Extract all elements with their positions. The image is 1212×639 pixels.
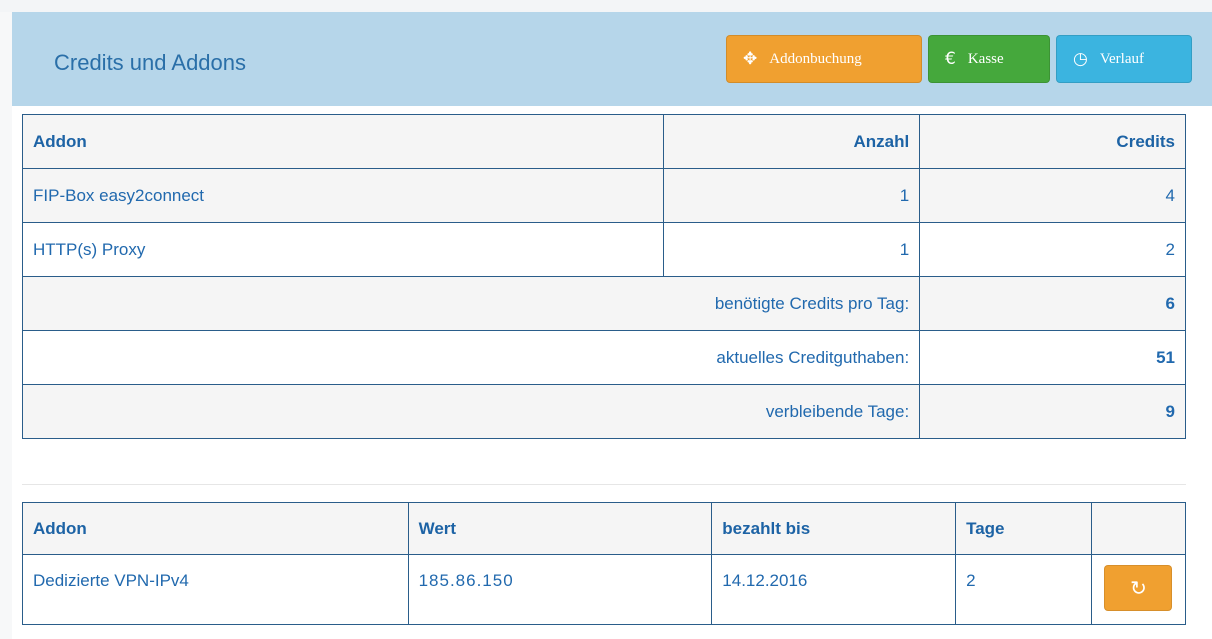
column-header-addon: Addon <box>21 114 665 169</box>
top-strip <box>0 0 1212 12</box>
table-header-row: Addon Wert bezahlt bis Tage <box>22 502 1187 555</box>
clock-icon: ◷ <box>1073 49 1088 69</box>
verlauf-button[interactable]: ◷ Verlauf <box>1056 35 1192 83</box>
column-header-wert: Wert <box>407 502 713 555</box>
divider <box>22 484 1186 485</box>
column-header-tage: Tage <box>955 502 1092 555</box>
page-title: Credits und Addons <box>54 50 247 75</box>
kasse-button[interactable]: € Kasse <box>928 35 1050 83</box>
table-header-row: Addon Anzahl Credits <box>21 114 1186 169</box>
addon-credits: 4 <box>919 168 1186 223</box>
addon-value: 185.86.150 <box>407 554 713 625</box>
summary-value: 6 <box>919 276 1186 331</box>
table-row: HTTP(s) Proxy 1 2 <box>21 222 1186 277</box>
addon-table: Addon Wert bezahlt bis Tage Dedizierte V… <box>22 502 1187 625</box>
column-header-credits: Credits <box>919 114 1186 169</box>
move-icon: ✥ <box>743 49 758 69</box>
addon-name: FIP-Box easy2connect <box>21 168 665 223</box>
kasse-label: Kasse <box>967 50 1004 67</box>
left-strip <box>0 12 12 639</box>
addon-name: Dedizierte VPN-IPv4 <box>22 554 409 625</box>
credits-table: Addon Anzahl Credits FIP-Box easy2connec… <box>21 114 1186 439</box>
table-row: Dedizierte VPN-IPv4 185.86.150 14.12.201… <box>22 554 1187 625</box>
addonbuchung-button[interactable]: ✥ Addonbuchung <box>726 35 922 83</box>
summary-row: benötigte Credits pro Tag: 6 <box>21 276 1186 331</box>
table-row: FIP-Box easy2connect 1 4 <box>21 168 1186 223</box>
refresh-icon: ↻ <box>1130 576 1147 600</box>
addon-name: HTTP(s) Proxy <box>21 222 665 277</box>
summary-value: 51 <box>919 330 1186 385</box>
column-header-action <box>1090 502 1187 555</box>
action-cell: ↻ <box>1090 554 1187 625</box>
summary-label: aktuelles Creditguthaben: <box>21 330 921 385</box>
summary-row: verbleibende Tage: 9 <box>21 384 1186 439</box>
euro-icon: € <box>945 49 956 69</box>
summary-label: benötigte Credits pro Tag: <box>21 276 921 331</box>
column-header-anzahl: Anzahl <box>663 114 921 169</box>
column-header-bezahlt-bis: bezahlt bis <box>711 502 957 555</box>
summary-label: verbleibende Tage: <box>21 384 921 439</box>
column-header-addon: Addon <box>22 502 409 555</box>
verlauf-label: Verlauf <box>1099 50 1144 67</box>
addon-credits: 2 <box>919 222 1186 277</box>
renew-button[interactable]: ↻ <box>1104 565 1173 611</box>
addonbuchung-label: Addonbuchung <box>769 50 862 67</box>
addon-anzahl: 1 <box>663 168 921 223</box>
summary-value: 9 <box>919 384 1186 439</box>
days-remaining: 2 <box>955 554 1092 625</box>
paid-until: 14.12.2016 <box>711 554 957 625</box>
addon-anzahl: 1 <box>663 222 921 277</box>
summary-row: aktuelles Creditguthaben: 51 <box>21 330 1186 385</box>
panel-header: Credits und Addons ✥ Addonbuchung € Kass… <box>12 12 1212 106</box>
